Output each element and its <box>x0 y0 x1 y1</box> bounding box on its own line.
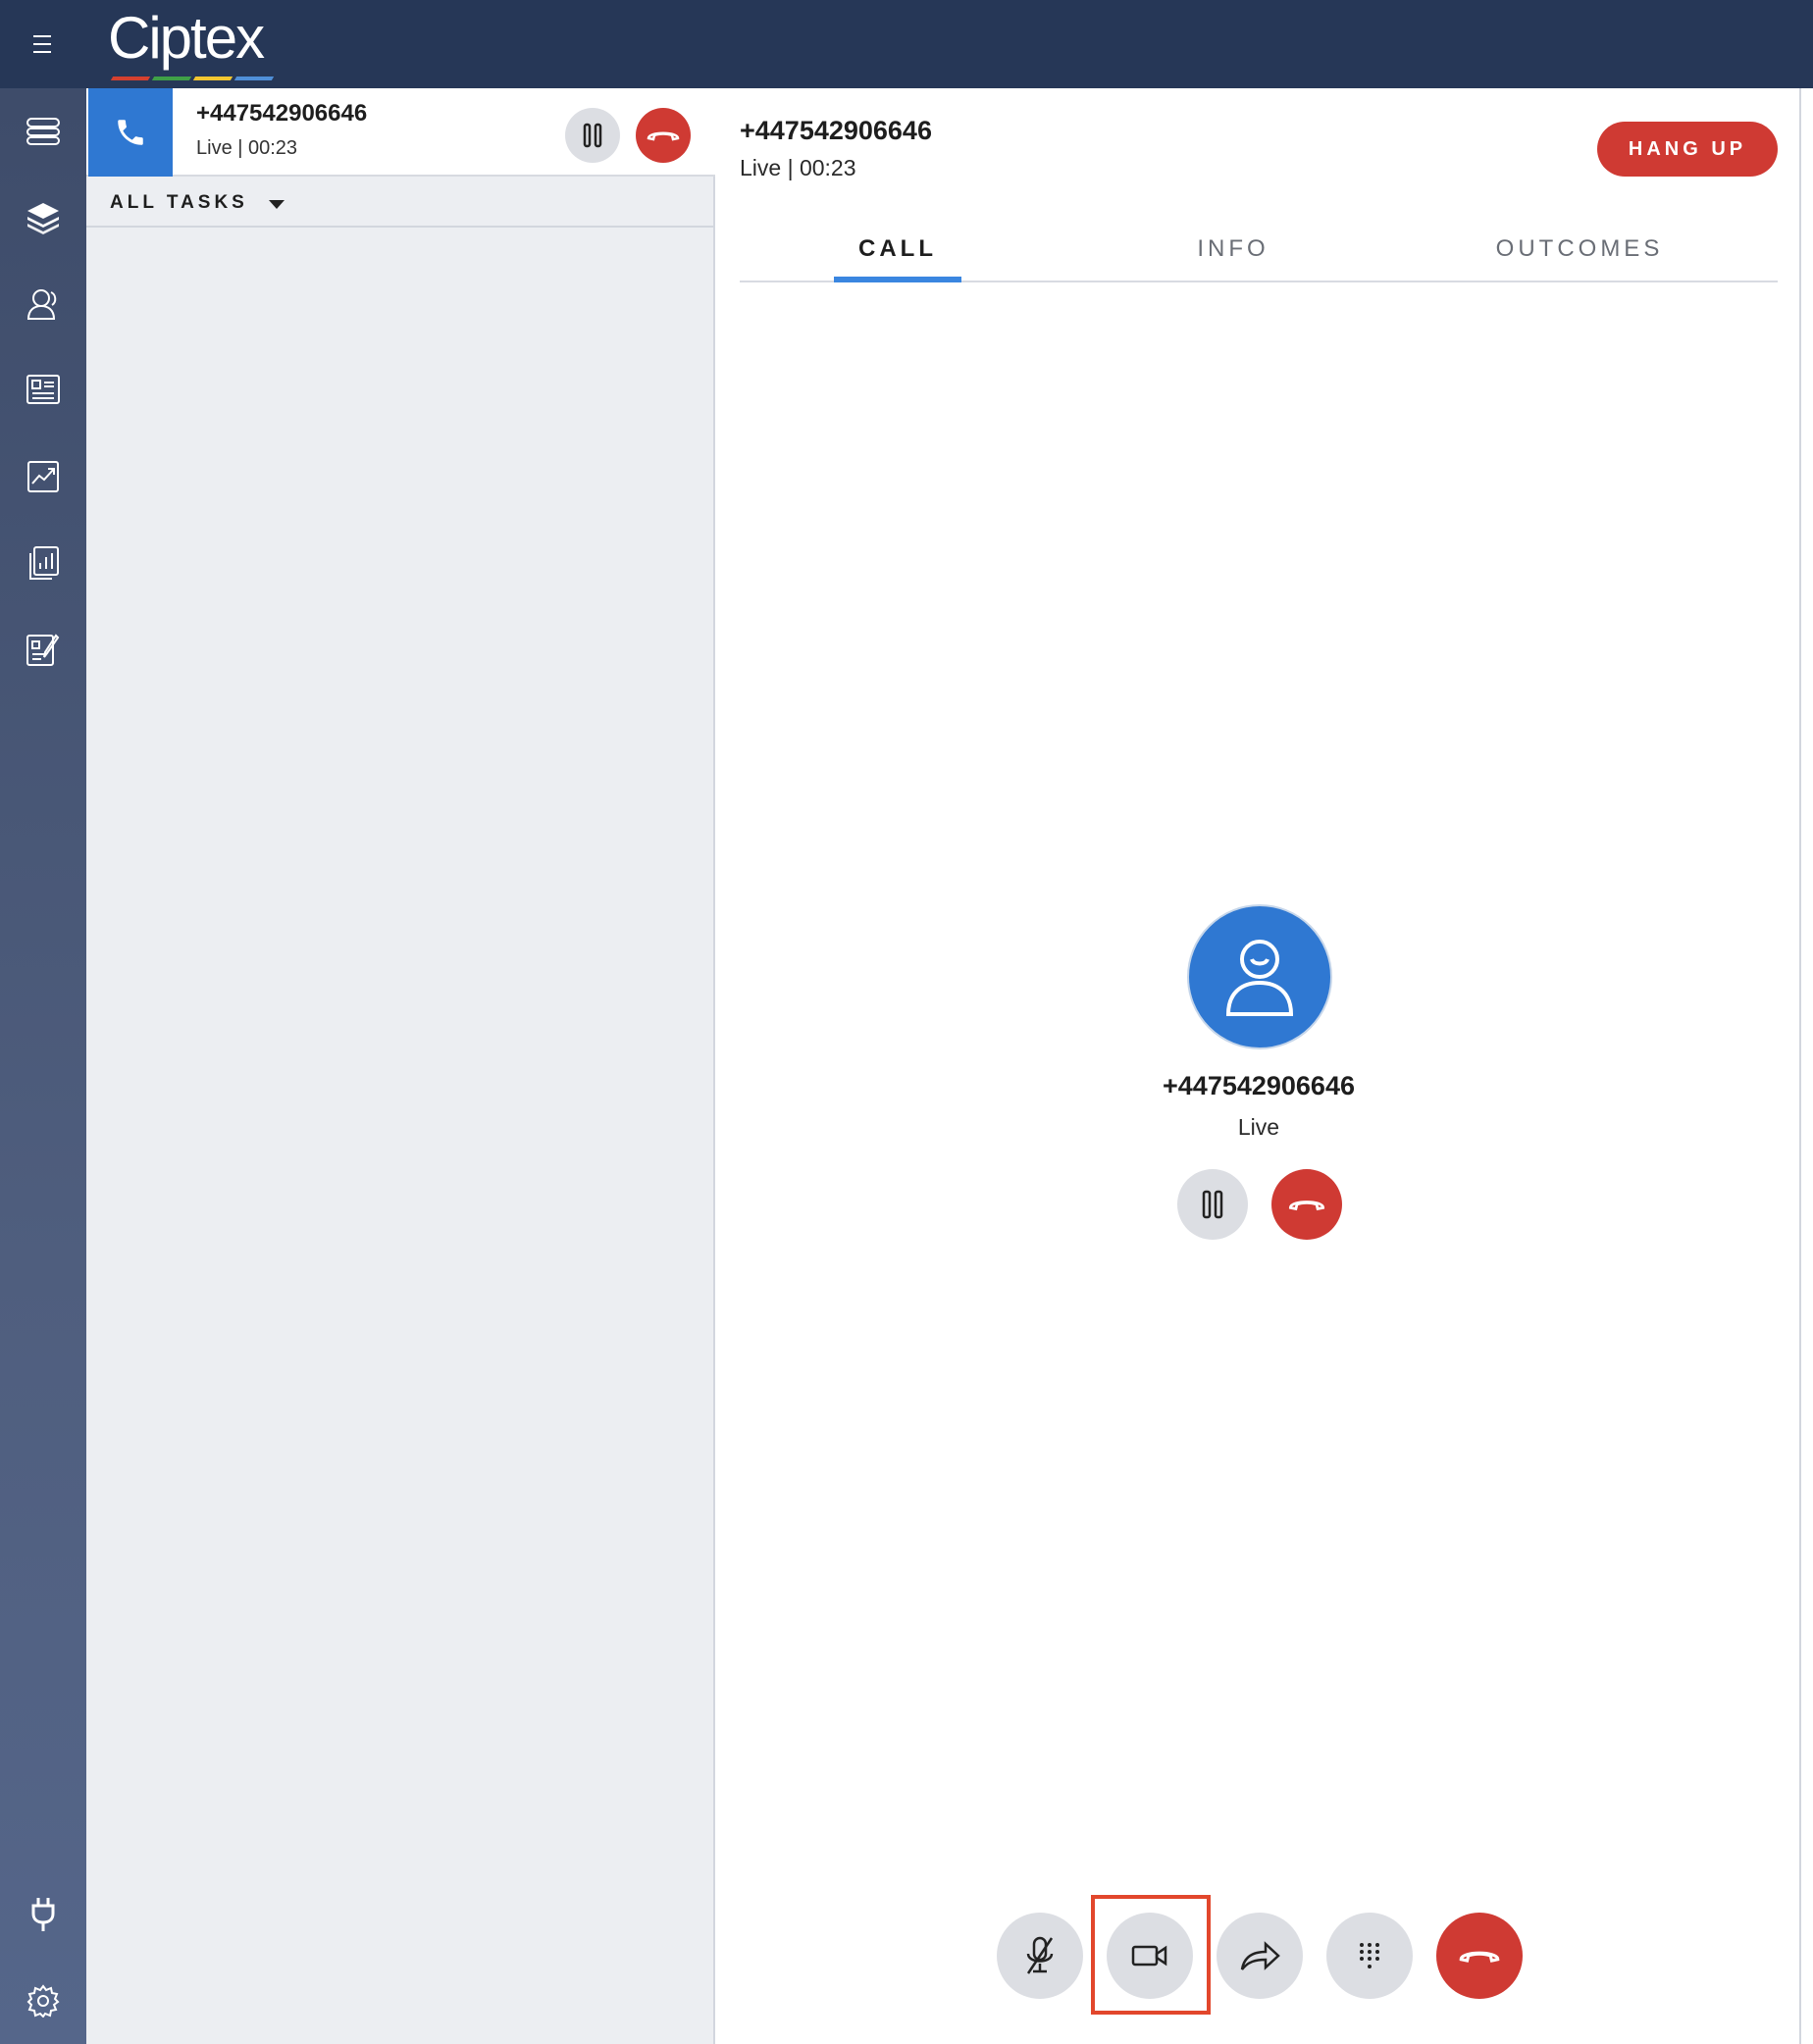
chevron-down-icon <box>269 200 285 209</box>
hangup-icon <box>647 131 680 141</box>
layers-icon[interactable] <box>22 196 65 239</box>
task-number: +447542906646 <box>196 100 368 127</box>
video-button-highlight <box>1091 1895 1211 2015</box>
contacts-icon[interactable] <box>22 282 65 326</box>
call-number: +447542906646 <box>740 116 932 145</box>
pause-icon <box>583 123 602 148</box>
menu-icon[interactable] <box>26 29 59 59</box>
transfer-icon <box>1240 1941 1280 1970</box>
side-nav <box>0 88 86 2044</box>
mute-button[interactable] <box>997 1913 1083 1999</box>
top-bar: Ciptex <box>0 0 1813 88</box>
call-panel: +447542906646 Live | 00:23 HANG UP CALL … <box>716 88 1801 2044</box>
active-task-card[interactable]: +447542906646 Live | 00:23 <box>86 88 715 177</box>
task-list-panel: +447542906646 Live | 00:23 ALL TASKS <box>86 88 715 2044</box>
hangup-icon <box>1288 1201 1325 1211</box>
analytics-icon[interactable] <box>22 455 65 498</box>
active-tab-indicator <box>834 277 961 282</box>
tab-info[interactable]: INFO <box>1150 216 1317 282</box>
task-status: Live | 00:23 <box>196 137 298 159</box>
queues-icon[interactable] <box>22 110 65 153</box>
logo-text: Ciptex <box>108 5 265 71</box>
task-hold-button[interactable] <box>565 108 620 163</box>
hang-up-button[interactable]: HANG UP <box>1597 122 1778 177</box>
caller-avatar <box>1187 904 1332 1049</box>
call-status: Live | 00:23 <box>740 155 856 180</box>
user-icon <box>1225 940 1294 1016</box>
task-hangup-button[interactable] <box>636 108 691 163</box>
plug-icon[interactable] <box>22 1893 65 1936</box>
phone-icon <box>88 88 173 177</box>
end-call-button[interactable] <box>1436 1913 1523 1999</box>
logo-color-bars <box>110 77 275 80</box>
hangup-icon <box>1459 1951 1500 1963</box>
pause-icon <box>1202 1190 1223 1219</box>
forms-icon[interactable] <box>22 628 65 671</box>
dialpad-button[interactable] <box>1326 1913 1413 1999</box>
tab-call[interactable]: CALL <box>834 216 961 282</box>
mute-icon <box>1026 1936 1054 1974</box>
ciptex-logo: Ciptex <box>108 4 275 82</box>
transfer-button[interactable] <box>1217 1913 1303 1999</box>
reports-icon[interactable] <box>22 541 65 585</box>
tab-outcomes[interactable]: OUTCOMES <box>1472 216 1687 282</box>
dialpad-icon <box>1360 1943 1379 1968</box>
directory-icon[interactable] <box>22 369 65 412</box>
caller-hangup-button[interactable] <box>1271 1169 1342 1240</box>
settings-icon[interactable] <box>22 1979 65 2022</box>
call-tabs: CALL INFO OUTCOMES <box>740 216 1778 282</box>
hold-button[interactable] <box>1177 1169 1248 1240</box>
caller-number: +447542906646 <box>1163 1071 1355 1100</box>
filter-label: ALL TASKS <box>110 192 248 213</box>
task-filter-dropdown[interactable]: ALL TASKS <box>86 179 715 228</box>
caller-status: Live <box>1237 1114 1280 1140</box>
